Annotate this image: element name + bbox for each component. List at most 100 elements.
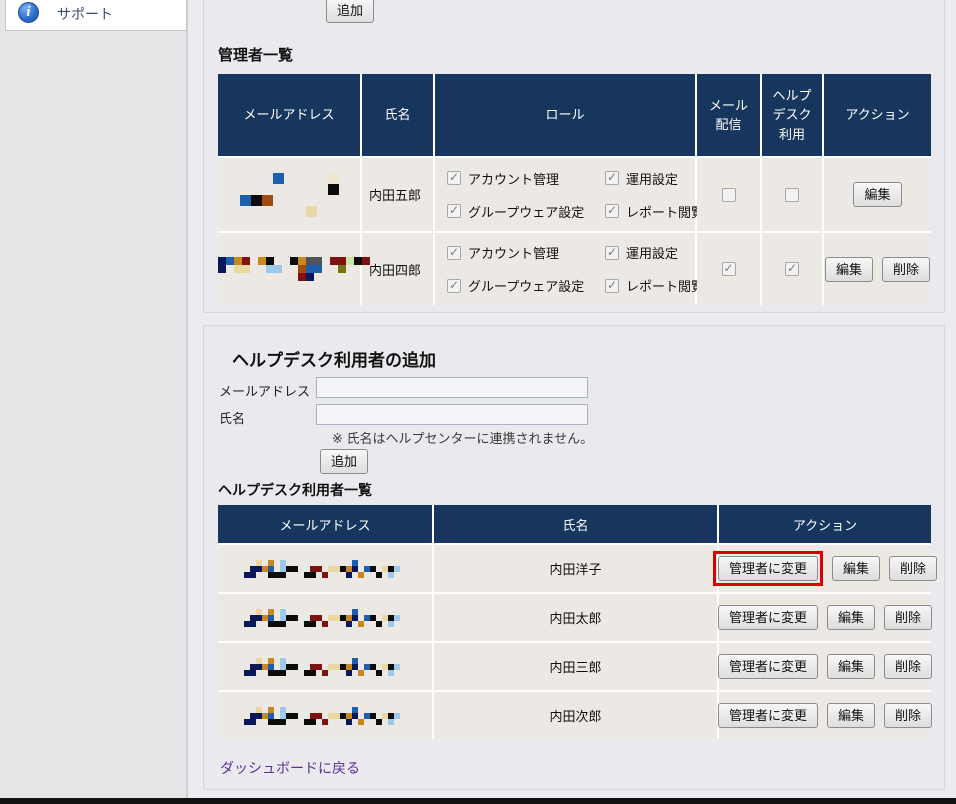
mosaic-block (239, 194, 251, 206)
role-label: アカウント管理 (468, 246, 560, 261)
role-label: レポート閲覧 (626, 204, 705, 220)
mosaic-block (394, 565, 400, 572)
helpdesk-name-cell: 内田次郎 (434, 692, 717, 739)
change-to-admin-button[interactable]: 管理者に変更 (717, 605, 818, 630)
delete-button[interactable]: 削除 (889, 556, 938, 581)
role-label: 運用設定 (626, 246, 679, 261)
mosaic-block (258, 257, 266, 265)
admin-col-header-email: メールアドレス (218, 74, 360, 156)
add-helpdesk-user-button[interactable]: 追加 (320, 449, 369, 474)
mosaic-block (266, 257, 274, 265)
edit-button[interactable]: 編集 (853, 182, 902, 207)
mail-delivery-checkbox[interactable] (721, 261, 736, 276)
edit-button[interactable]: 編集 (827, 605, 876, 630)
delete-button[interactable]: 削除 (884, 605, 933, 630)
redacted-email-mosaic (244, 608, 406, 627)
role-label: グループウェア設定 (468, 204, 585, 220)
add-admin-button[interactable]: 追加 (326, 0, 375, 23)
mosaic-block (274, 265, 282, 273)
admin-panel: 追加 管理者一覧 メールアドレス 氏名 ロール メール配信 ヘルプデスク利用 ア… (203, 0, 945, 313)
mosaic-block (322, 669, 328, 676)
sidebar-item-support[interactable]: i サポート (5, 0, 187, 31)
helpdesk-email-cell (218, 692, 432, 739)
role-item: アカウント管理 (447, 243, 605, 262)
helpdesk-action-cell: 管理者に変更 編集 削除 (717, 594, 933, 641)
delete-button[interactable]: 削除 (884, 654, 933, 679)
role-checkbox[interactable] (447, 245, 461, 260)
delete-button[interactable]: 削除 (882, 256, 931, 282)
redacted-email-mosaic (244, 657, 406, 676)
edit-button[interactable]: 編集 (827, 703, 876, 728)
helpdesk-name-cell: 内田洋子 (434, 545, 717, 592)
role-item: 運用設定 (605, 169, 701, 188)
mosaic-block (306, 265, 314, 273)
edit-button[interactable]: 編集 (832, 556, 881, 581)
mosaic-block (314, 257, 322, 265)
helpdesk-col-header-email: メールアドレス (218, 505, 432, 543)
admin-role-cell: アカウント管理 運用設定グループウェア設定 レポート閲覧 (435, 233, 704, 305)
role-item: グループウェア設定 (447, 202, 605, 221)
role-label: グループウェア設定 (468, 279, 585, 294)
name-field[interactable] (316, 404, 588, 425)
admin-table: メールアドレス 氏名 ロール メール配信 ヘルプデスク利用 アクション 内田五郎… (218, 74, 931, 305)
change-to-admin-button[interactable]: 管理者に変更 (717, 654, 818, 679)
mosaic-block (290, 257, 298, 265)
mosaic-block (322, 620, 328, 627)
sidebar: i サポート (0, 0, 188, 804)
role-checkbox[interactable] (447, 278, 461, 293)
delete-button[interactable]: 削除 (884, 703, 933, 728)
edit-button[interactable]: 編集 (824, 256, 873, 282)
redacted-email-mosaic (239, 172, 339, 217)
edit-button[interactable]: 編集 (827, 654, 876, 679)
role-checkbox[interactable] (447, 170, 461, 185)
back-to-dashboard-link[interactable]: ダッシュボードに戻る (220, 758, 360, 778)
email-field[interactable] (316, 377, 588, 398)
name-label: 氏名 (219, 411, 246, 426)
role-checkbox[interactable] (605, 245, 619, 260)
mosaic-block (362, 257, 370, 265)
mosaic-block (358, 620, 364, 627)
mail-delivery-cell (697, 233, 760, 305)
window-bottom-edge (0, 798, 956, 804)
mosaic-block (306, 273, 314, 281)
sidebar-item-label: サポート (57, 6, 113, 22)
role-checkbox[interactable] (605, 170, 619, 185)
admin-col-header-action: アクション (824, 74, 931, 156)
role-grid: アカウント管理 運用設定グループウェア設定 レポート閲覧 (435, 243, 704, 295)
mosaic-block (250, 571, 256, 578)
helpdesk-use-cell (762, 158, 822, 231)
helpdesk-use-checkbox[interactable] (785, 261, 799, 276)
mosaic-block (394, 614, 400, 621)
mosaic-block (346, 669, 352, 676)
mosaic-block (218, 257, 226, 265)
role-item: レポート閲覧 (605, 276, 705, 295)
mosaic-block (266, 265, 274, 273)
mosaic-block (310, 620, 316, 627)
mosaic-block (292, 565, 298, 572)
role-checkbox[interactable] (605, 278, 619, 293)
mosaic-block (280, 571, 286, 578)
mosaic-block (376, 669, 382, 676)
admin-email-cell (218, 233, 370, 305)
change-to-admin-button[interactable]: 管理者に変更 (717, 556, 818, 581)
role-label: レポート閲覧 (626, 279, 705, 294)
admin-col-header-helpdesk: ヘルプデスク利用 (762, 74, 822, 156)
mosaic-block (394, 663, 400, 670)
mail-delivery-checkbox[interactable] (721, 187, 736, 202)
helpdesk-use-checkbox[interactable] (785, 187, 799, 202)
mosaic-block (388, 669, 394, 676)
change-to-admin-button[interactable]: 管理者に変更 (717, 703, 818, 728)
helpdesk-email-cell (218, 594, 432, 641)
mosaic-block (338, 257, 346, 265)
role-checkbox[interactable] (605, 203, 619, 218)
mosaic-block (292, 712, 298, 719)
mosaic-block (327, 183, 339, 195)
mosaic-block (394, 712, 400, 719)
mosaic-block (280, 718, 286, 725)
helpdesk-use-cell (762, 233, 822, 305)
helpdesk-col-header-action: アクション (719, 505, 931, 543)
mosaic-block (376, 571, 382, 578)
mosaic-block (234, 265, 242, 273)
mosaic-block (272, 172, 284, 184)
role-checkbox[interactable] (447, 203, 461, 218)
